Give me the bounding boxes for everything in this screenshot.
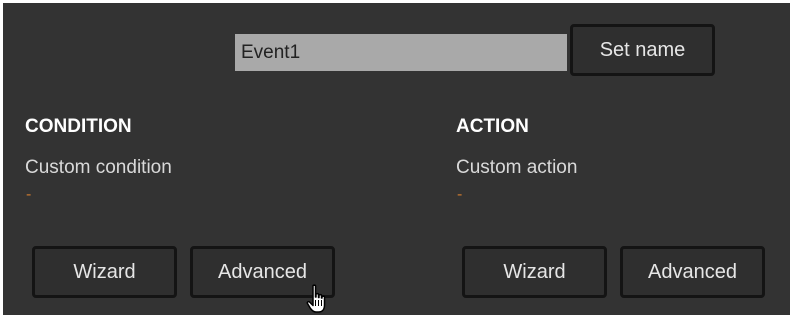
condition-heading: CONDITION — [25, 116, 132, 137]
condition-detail: - — [26, 186, 32, 203]
action-description: Custom action — [456, 157, 578, 178]
hand-pointer-icon — [306, 284, 326, 313]
action-advanced-button[interactable]: Advanced — [620, 246, 765, 298]
action-heading: ACTION — [456, 116, 529, 137]
action-detail: - — [457, 186, 463, 203]
set-name-button[interactable]: Set name — [570, 24, 715, 76]
event-name-input[interactable] — [235, 34, 567, 71]
condition-description: Custom condition — [25, 157, 172, 178]
condition-wizard-button[interactable]: Wizard — [32, 246, 177, 298]
action-wizard-button[interactable]: Wizard — [462, 246, 607, 298]
